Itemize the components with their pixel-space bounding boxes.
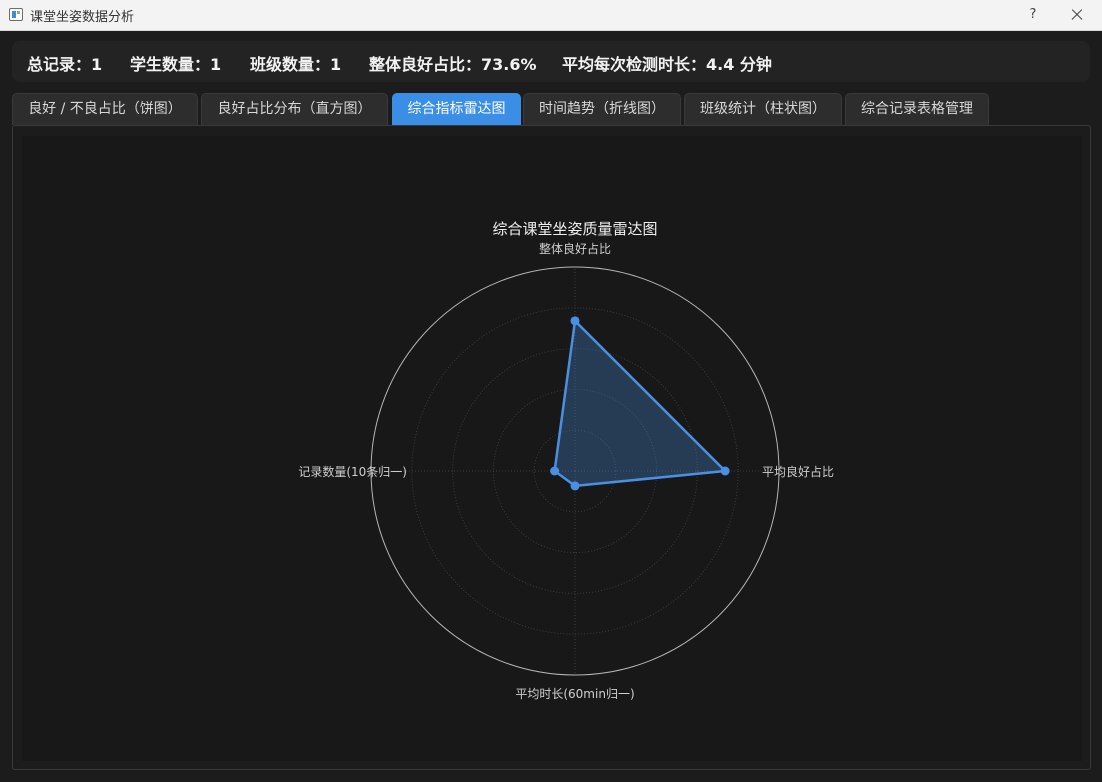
axis-label-avg-duration: 平均时长(60min归一) <box>515 687 634 701</box>
chart-title: 综合课堂坐姿质量雷达图 <box>492 220 657 238</box>
tab-line-chart[interactable]: 时间趋势（折线图） <box>523 93 681 125</box>
tab-bar-chart[interactable]: 班级统计（柱状图） <box>684 93 842 125</box>
tab-pie-chart[interactable]: 良好 / 不良占比（饼图） <box>12 93 198 125</box>
help-button[interactable]: ? <box>1018 4 1048 26</box>
stat-student-count: 学生数量：1 <box>130 55 222 74</box>
window-title: 课堂坐姿数据分析 <box>30 10 135 25</box>
axis-label-avg-good-ratio: 平均良好占比 <box>762 464 834 479</box>
tab-content-panel: 综合课堂坐姿质量雷达图 整体良好占比 平均良好占比 平均时长(60min归一) … <box>12 125 1091 770</box>
title-bar: 课堂坐姿数据分析 ? <box>0 0 1102 31</box>
stat-class-count: 班级数量：1 <box>250 55 342 74</box>
tab-histogram[interactable]: 良好占比分布（直方图） <box>201 93 388 125</box>
radar-data-point <box>570 316 580 326</box>
app-icon <box>9 8 23 21</box>
stats-bar: 总记录：1 学生数量：1 班级数量：1 整体良好占比：73.6% 平均每次检测时… <box>12 41 1090 82</box>
close-button[interactable] <box>1062 4 1092 26</box>
radar-chart-area: 综合课堂坐姿质量雷达图 整体良好占比 平均良好占比 平均时长(60min归一) … <box>22 136 1082 761</box>
stat-avg-duration: 平均每次检测时长：4.4 分钟 <box>562 55 772 74</box>
radar-data-point <box>720 466 730 476</box>
tab-radar-chart[interactable]: 综合指标雷达图 <box>392 93 521 125</box>
radar-data-point <box>550 466 560 476</box>
stat-good-ratio: 整体良好占比：73.6% <box>369 55 537 74</box>
axis-label-record-count: 记录数量(10条归一) <box>298 464 407 479</box>
axis-label-overall-good-ratio: 整体良好占比 <box>539 241 611 256</box>
tab-records-table[interactable]: 综合记录表格管理 <box>845 93 989 125</box>
radar-series-area <box>553 319 727 488</box>
stat-total-records: 总记录：1 <box>27 55 103 74</box>
radar-data-point <box>570 481 580 491</box>
radar-chart: 综合课堂坐姿质量雷达图 整体良好占比 平均良好占比 平均时长(60min归一) … <box>298 220 834 701</box>
